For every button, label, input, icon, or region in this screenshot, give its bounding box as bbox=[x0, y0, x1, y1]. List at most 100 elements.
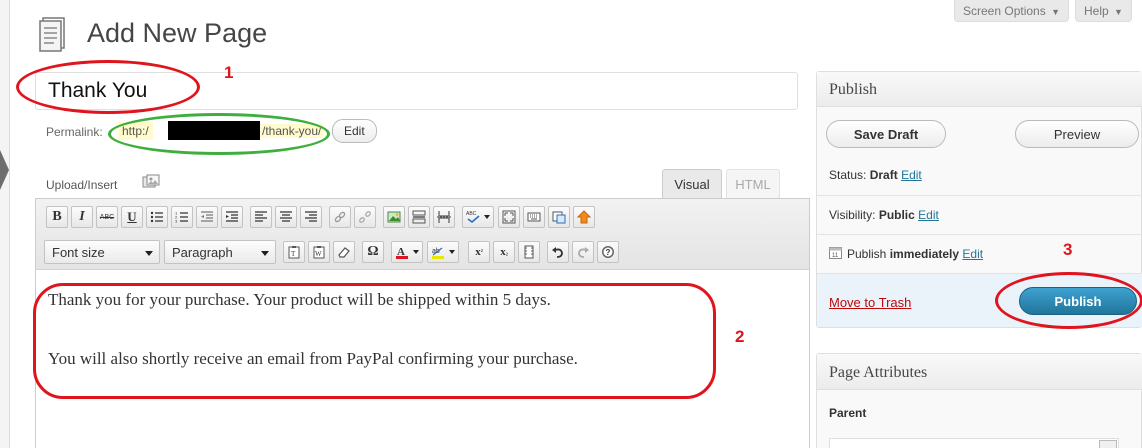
editor-paragraph[interactable]: You will also shortly receive an email f… bbox=[48, 349, 578, 369]
annotation-number: 2 bbox=[735, 327, 745, 346]
parent-select[interactable] bbox=[829, 438, 1119, 448]
status-row: Status: Draft Edit bbox=[829, 168, 922, 182]
svg-text:3: 3 bbox=[175, 219, 178, 224]
parent-label: Parent bbox=[829, 406, 867, 420]
divider bbox=[817, 195, 1142, 196]
numbered-list-icon[interactable]: 123 bbox=[171, 206, 193, 228]
omega-icon[interactable]: Ω bbox=[362, 241, 384, 263]
status-value: Draft bbox=[869, 168, 898, 182]
publish-time-row: Publish immediately Edit bbox=[847, 247, 983, 261]
calendar-icon: 11 bbox=[829, 247, 842, 259]
publish-box-title: Publish bbox=[829, 81, 878, 98]
redo-icon[interactable] bbox=[572, 241, 594, 263]
screen-options-tab[interactable]: Screen Options ▼ bbox=[954, 0, 1069, 22]
format-select[interactable]: Paragraph bbox=[164, 240, 276, 264]
screen-meta-tabs: Screen Options ▼ Help ▼ bbox=[948, 0, 1132, 22]
horizontal-rule-icon[interactable] bbox=[408, 206, 430, 228]
chevron-down-icon: ▼ bbox=[1114, 7, 1123, 17]
publish-time-label: Publish bbox=[847, 247, 887, 261]
unlink-icon[interactable] bbox=[354, 206, 376, 228]
subscript-icon[interactable]: x₂ bbox=[493, 241, 515, 263]
chevron-down-icon: ▼ bbox=[1051, 7, 1060, 17]
edit-visibility-link[interactable]: Edit bbox=[918, 208, 939, 222]
align-right-icon[interactable] bbox=[300, 206, 322, 228]
svg-text:11: 11 bbox=[832, 253, 839, 259]
visibility-row: Visibility: Public Edit bbox=[829, 208, 939, 222]
paste-word-icon[interactable] bbox=[548, 206, 570, 228]
paste-from-word-icon[interactable]: W bbox=[308, 241, 330, 263]
highlight-color-dropdown[interactable]: ab bbox=[427, 241, 459, 263]
bold-button[interactable]: B bbox=[46, 206, 68, 228]
visibility-value: Public bbox=[878, 208, 915, 222]
edit-permalink-button[interactable]: Edit bbox=[332, 119, 377, 143]
format-value: Paragraph bbox=[172, 245, 233, 260]
svg-text:ab: ab bbox=[432, 248, 440, 255]
font-size-select[interactable]: Font size bbox=[44, 240, 160, 264]
chevron-down-icon bbox=[484, 215, 490, 219]
chevron-down-icon bbox=[413, 250, 419, 254]
publish-time-value: immediately bbox=[889, 247, 960, 261]
help-label: Help bbox=[1083, 4, 1109, 18]
paste-text-icon[interactable]: T bbox=[283, 241, 305, 263]
title-input-value: Thank You bbox=[48, 79, 148, 102]
current-menu-arrow-icon bbox=[0, 150, 9, 190]
svg-text:W: W bbox=[315, 250, 322, 258]
tab-visual[interactable]: Visual bbox=[662, 169, 722, 198]
insert-image-icon[interactable] bbox=[383, 206, 405, 228]
add-media-icon[interactable] bbox=[142, 174, 160, 190]
strikethrough-button[interactable]: ABC bbox=[96, 206, 118, 228]
edit-status-link[interactable]: Edit bbox=[901, 168, 922, 182]
title-input[interactable] bbox=[35, 72, 798, 110]
save-draft-button[interactable]: Save Draft bbox=[826, 120, 946, 148]
redacted-domain-block bbox=[168, 121, 260, 140]
permalink-url-prefix[interactable]: http:/ bbox=[118, 122, 153, 140]
superscript-icon[interactable]: x² bbox=[468, 241, 490, 263]
italic-button[interactable]: I bbox=[71, 206, 93, 228]
publish-button[interactable]: Publish bbox=[1019, 287, 1137, 315]
move-to-trash-link[interactable]: Move to Trash bbox=[829, 295, 911, 310]
undo-icon[interactable] bbox=[547, 241, 569, 263]
kitchen-sink-icon[interactable] bbox=[573, 206, 595, 228]
permalink-label: Permalink: bbox=[46, 125, 103, 139]
chevron-down-icon bbox=[145, 251, 153, 256]
help-icon[interactable]: ? bbox=[597, 241, 619, 263]
admin-menu-edge bbox=[0, 0, 10, 448]
insert-link-icon[interactable] bbox=[329, 206, 351, 228]
page-icon bbox=[39, 17, 65, 52]
align-center-icon[interactable] bbox=[275, 206, 297, 228]
media-icon[interactable] bbox=[518, 241, 540, 263]
tab-html[interactable]: HTML bbox=[726, 169, 780, 198]
chevron-down-icon[interactable] bbox=[1099, 440, 1117, 448]
outdent-icon[interactable] bbox=[196, 206, 218, 228]
chevron-down-icon bbox=[449, 250, 455, 254]
upload-insert-label: Upload/Insert bbox=[46, 178, 118, 192]
keyboard-icon[interactable] bbox=[523, 206, 545, 228]
spellcheck-dropdown[interactable]: ABC bbox=[462, 206, 494, 228]
svg-text:ABC: ABC bbox=[466, 211, 477, 217]
align-left-icon[interactable] bbox=[250, 206, 272, 228]
editor-paragraph[interactable]: Thank you for your purchase. Your produc… bbox=[48, 290, 551, 310]
screen-options-label: Screen Options bbox=[963, 4, 1046, 18]
permalink-slug[interactable]: /thank-you/ bbox=[260, 124, 324, 138]
edit-publish-time-link[interactable]: Edit bbox=[962, 247, 983, 261]
page-attributes-title: Page Attributes bbox=[829, 364, 928, 381]
eraser-icon[interactable] bbox=[333, 241, 355, 263]
page-break-icon[interactable] bbox=[433, 206, 455, 228]
preview-button[interactable]: Preview bbox=[1015, 120, 1139, 148]
annotation-number: 3 bbox=[1063, 240, 1073, 259]
divider bbox=[817, 234, 1142, 235]
font-size-value: Font size bbox=[52, 245, 105, 260]
fullscreen-icon[interactable] bbox=[498, 206, 520, 228]
underline-button[interactable]: U bbox=[121, 206, 143, 228]
chevron-down-icon bbox=[261, 251, 269, 256]
text-color-dropdown[interactable]: A bbox=[391, 241, 423, 263]
svg-text:?: ? bbox=[606, 248, 611, 257]
help-tab[interactable]: Help ▼ bbox=[1074, 0, 1132, 22]
bullet-list-icon[interactable] bbox=[146, 206, 168, 228]
status-label: Status: bbox=[829, 168, 867, 182]
page-title: Add New Page bbox=[87, 18, 268, 48]
visibility-label: Visibility: bbox=[829, 208, 876, 222]
svg-text:T: T bbox=[291, 250, 296, 258]
annotation-number: 1 bbox=[224, 63, 234, 82]
indent-icon[interactable] bbox=[221, 206, 243, 228]
